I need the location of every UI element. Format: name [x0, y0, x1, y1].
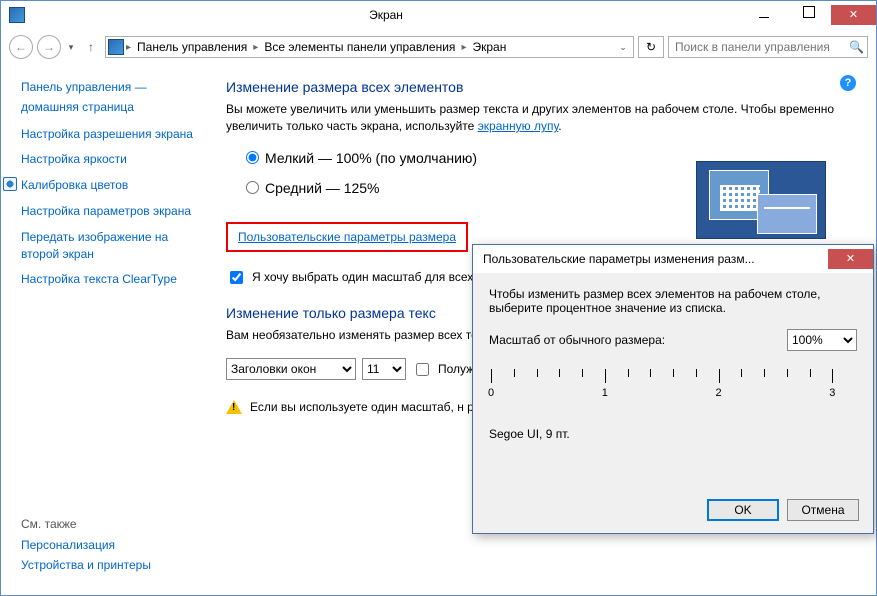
- search-input[interactable]: [673, 39, 849, 55]
- crumb-sep: ▸: [461, 42, 466, 53]
- radio-small-label: Мелкий — 100% (по умолчанию): [265, 150, 477, 166]
- crumb-sep: ▸: [253, 42, 258, 53]
- cancel-button[interactable]: Отмена: [787, 499, 859, 521]
- bold-checkbox[interactable]: [416, 363, 429, 376]
- custom-size-dialog: Пользовательские параметры изменения раз…: [472, 244, 874, 534]
- close-button[interactable]: [831, 5, 876, 25]
- dialog-close-button[interactable]: [828, 249, 873, 269]
- up-button[interactable]: ↑: [81, 37, 101, 57]
- sidebar-item-calibrate[interactable]: Калибровка цветов: [21, 177, 128, 194]
- search-icon[interactable]: 🔍: [849, 40, 863, 54]
- control-panel-home-2[interactable]: домашняя страница: [21, 99, 198, 116]
- dialog-titlebar: Пользовательские параметры изменения раз…: [473, 245, 873, 273]
- fontsize-dropdown[interactable]: 11: [362, 358, 406, 380]
- maximize-button[interactable]: [786, 5, 831, 25]
- app-icon: [9, 7, 25, 23]
- window-title: Экран: [31, 8, 741, 22]
- help-button[interactable]: ?: [840, 75, 856, 91]
- font-sample: Segoe UI, 9 пт.: [489, 427, 857, 441]
- single-scale-checkbox[interactable]: [230, 271, 243, 284]
- window-controls: [741, 5, 876, 25]
- ruler-1: 1: [602, 387, 608, 399]
- radio-medium-label: Средний — 125%: [265, 180, 380, 196]
- address-dropdown[interactable]: ⌄: [615, 42, 631, 53]
- element-dropdown[interactable]: Заголовки окон: [226, 358, 356, 380]
- preview-grid-icon: [720, 185, 760, 211]
- ruler[interactable]: 0 1 2 3: [489, 365, 857, 409]
- seealso-devices[interactable]: Устройства и принтеры: [21, 557, 206, 574]
- crumb-sep: ▸: [126, 42, 131, 53]
- dialog-buttons: OK Отмена: [707, 499, 859, 521]
- control-panel-home-1[interactable]: Панель управления —: [21, 79, 198, 96]
- ruler-3: 3: [829, 387, 835, 399]
- location-icon: [108, 39, 124, 55]
- sidebar-item-project[interactable]: Передать изображение на второй экран: [21, 229, 198, 263]
- intro-text: Вы можете увеличить или уменьшить размер…: [226, 101, 856, 136]
- sidebar-item-display-settings[interactable]: Настройка параметров экрана: [21, 203, 191, 220]
- crumb-root[interactable]: Панель управления: [133, 40, 251, 54]
- titlebar: Экран: [1, 1, 876, 29]
- refresh-button[interactable]: ↻: [638, 36, 664, 58]
- custom-size-link[interactable]: Пользовательские параметры размера: [238, 230, 456, 244]
- forward-button[interactable]: →: [37, 35, 61, 59]
- sidebar-seealso: См. также Персонализация Устройства и пр…: [21, 517, 206, 577]
- radio-small[interactable]: [246, 151, 259, 164]
- seealso-personalization[interactable]: Персонализация: [21, 537, 206, 554]
- radio-medium[interactable]: [246, 181, 259, 194]
- intro-b: .: [558, 119, 561, 133]
- sidebar-item-cleartype[interactable]: Настройка текста ClearType: [21, 271, 177, 288]
- dialog-body: Чтобы изменить размер всех элементов на …: [473, 273, 873, 455]
- scale-row: Масштаб от обычного размера: 100%: [489, 329, 857, 351]
- magnifier-link[interactable]: экранную лупу: [478, 119, 559, 133]
- preview-window-2: [757, 194, 817, 234]
- preview-illustration: [696, 161, 826, 239]
- highlighted-link-box: Пользовательские параметры размера: [226, 222, 468, 252]
- sidebar-home[interactable]: Панель управления — домашняя страница: [21, 79, 198, 116]
- dialog-title-text: Пользовательские параметры изменения раз…: [483, 252, 828, 266]
- history-dropdown[interactable]: ▾: [65, 35, 77, 59]
- warning-icon: [226, 400, 242, 414]
- ok-button[interactable]: OK: [707, 499, 779, 521]
- heading-resize-all: Изменение размера всех элементов: [226, 79, 856, 95]
- seealso-heading: См. также: [21, 517, 206, 531]
- search-box[interactable]: 🔍: [668, 36, 868, 58]
- sidebar: Панель управления — домашняя страница На…: [1, 65, 206, 595]
- ruler-2: 2: [715, 387, 721, 399]
- minimize-button[interactable]: [741, 5, 786, 25]
- ruler-0: 0: [488, 387, 494, 399]
- sidebar-item-brightness[interactable]: Настройка яркости: [21, 151, 127, 168]
- single-scale-label: Я хочу выбрать один масштаб для всех: [252, 270, 473, 284]
- sidebar-item-resolution[interactable]: Настройка разрешения экрана: [21, 126, 193, 143]
- scale-dropdown[interactable]: 100%: [787, 329, 857, 351]
- crumb-leaf[interactable]: Экран: [468, 40, 510, 54]
- dialog-intro: Чтобы изменить размер всех элементов на …: [489, 287, 857, 315]
- address-bar[interactable]: ▸ Панель управления ▸ Все элементы панел…: [105, 36, 634, 58]
- scale-label: Масштаб от обычного размера:: [489, 333, 665, 347]
- crumb-mid[interactable]: Все элементы панели управления: [260, 40, 459, 54]
- shield-icon: [3, 177, 17, 191]
- navbar: ← → ▾ ↑ ▸ Панель управления ▸ Все элемен…: [1, 29, 876, 65]
- back-button[interactable]: ←: [9, 35, 33, 59]
